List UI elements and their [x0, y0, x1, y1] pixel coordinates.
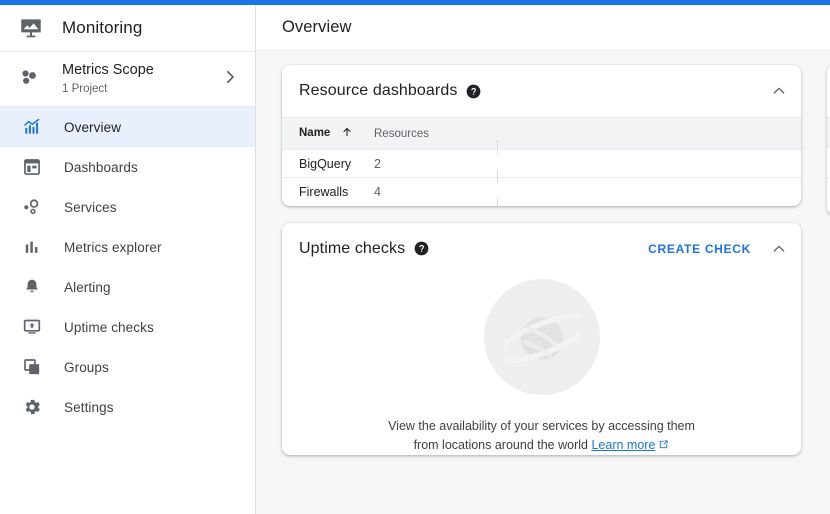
- bar-chart-icon: [22, 237, 42, 257]
- table-row[interactable]: Firewalls 4: [282, 178, 801, 206]
- sidebar-item-services[interactable]: Services: [0, 187, 255, 227]
- monitoring-icon: [18, 15, 44, 41]
- resource-dashboards-title: Resource dashboards: [299, 82, 458, 99]
- bell-icon: [22, 277, 42, 297]
- services-nodes-icon: [22, 197, 42, 217]
- dashboard-canvas: Resource dashboards Name Resources BigQu…: [256, 51, 830, 514]
- resource-dashboards-card: Resource dashboards Name Resources BigQu…: [282, 65, 801, 206]
- resource-dashboards-header: Resource dashboards: [282, 65, 801, 117]
- uptime-checks-title: Uptime checks: [299, 239, 406, 257]
- sidebar-item-label: Services: [64, 199, 117, 215]
- column-header-filler: [524, 117, 801, 150]
- sidebar-item-groups[interactable]: Groups: [0, 347, 255, 387]
- planet-globe-icon: [483, 278, 600, 395]
- chevron-up-icon[interactable]: [771, 241, 787, 257]
- gear-icon: [22, 397, 42, 417]
- uptime-checks-header: Uptime checks CREATE CHECK: [282, 223, 801, 275]
- nav-list: Overview Dashboards Services Metrics exp…: [0, 107, 255, 427]
- sidebar-item-label: Settings: [64, 399, 114, 415]
- cell-filler: [524, 149, 801, 178]
- sidebar-item-label: Overview: [64, 119, 122, 135]
- sidebar-item-metrics-explorer[interactable]: Metrics explorer: [0, 227, 255, 267]
- sidebar-item-dashboards[interactable]: Dashboards: [0, 147, 255, 187]
- arrow-up-icon[interactable]: [341, 126, 353, 141]
- column-header-name[interactable]: Name: [282, 117, 374, 150]
- table-row[interactable]: BigQuery 2: [282, 149, 801, 178]
- chevron-up-icon[interactable]: [771, 83, 787, 99]
- external-link-icon[interactable]: [655, 438, 669, 452]
- monitoring-overview-page: Monitoring Metrics Scope 1 Project Overv…: [0, 0, 830, 514]
- uptime-checks-empty-text: View the availability of your services b…: [377, 417, 707, 455]
- sidebar-item-label: Dashboards: [64, 159, 138, 175]
- sidebar-item-uptime-checks[interactable]: Uptime checks: [0, 307, 255, 347]
- sidebar-item-label: Uptime checks: [64, 319, 154, 335]
- uptime-checks-card: Uptime checks CREATE CHECK View the avai…: [282, 222, 801, 455]
- table-scroll-mark: [497, 140, 498, 154]
- metrics-scope-title: Metrics Scope: [62, 62, 154, 78]
- cell-name: BigQuery: [282, 149, 374, 178]
- metrics-scope-subtitle: 1 Project: [62, 83, 108, 95]
- sidebar-item-label: Metrics explorer: [64, 239, 162, 255]
- sidebar-item-settings[interactable]: Settings: [0, 387, 255, 427]
- resource-dashboards-table: Name Resources BigQuery 2 Firewalls 4: [282, 117, 801, 206]
- metrics-scope-text: Metrics Scope 1 Project: [62, 61, 221, 97]
- table-scroll-mark: [497, 170, 498, 184]
- content-area: Overview Resource dashboards Name Resour…: [256, 5, 830, 514]
- table-header-row: Name Resources: [282, 117, 801, 150]
- sidebar-item-label: Alerting: [64, 279, 111, 295]
- dashboards-grid-icon: [22, 157, 42, 177]
- page-title: Overview: [282, 18, 352, 36]
- metrics-scope-icon: [18, 65, 42, 94]
- cell-resources: 2: [374, 149, 524, 178]
- sidebar-item-overview[interactable]: Overview: [0, 107, 255, 147]
- sidebar-item-alerting[interactable]: Alerting: [0, 267, 255, 307]
- create-check-button[interactable]: CREATE CHECK: [648, 242, 751, 256]
- product-header: Monitoring: [0, 5, 255, 52]
- column-header-resources[interactable]: Resources: [374, 117, 524, 150]
- help-circle-icon[interactable]: [457, 84, 481, 99]
- cell-resources: 4: [374, 184, 381, 199]
- empty-text-line1: View the availability of your services b…: [388, 418, 695, 433]
- overview-chart-icon: [22, 117, 42, 137]
- uptime-monitor-icon: [22, 317, 42, 337]
- groups-copy-icon: [22, 357, 42, 377]
- cell-filler: [524, 178, 801, 206]
- table-head: Name Resources: [282, 117, 801, 150]
- help-circle-icon[interactable]: [405, 241, 429, 256]
- chevron-right-icon[interactable]: [221, 68, 239, 91]
- column-header-resources-label: Resources: [374, 127, 429, 140]
- table-body: BigQuery 2 Firewalls 4: [282, 149, 801, 206]
- uptime-checks-empty-state: View the availability of your services b…: [282, 275, 801, 455]
- learn-more-link[interactable]: Learn more: [591, 438, 655, 452]
- column-header-name-label: Name: [299, 127, 331, 139]
- metrics-scope-selector[interactable]: Metrics Scope 1 Project: [0, 52, 255, 107]
- table-scroll-mark: [497, 198, 498, 206]
- left-navigation-sidebar: Monitoring Metrics Scope 1 Project Overv…: [0, 5, 256, 514]
- product-title: Monitoring: [62, 18, 143, 37]
- page-header: Overview: [256, 5, 830, 51]
- cell-name: Firewalls: [299, 184, 349, 199]
- empty-text-line2: from locations around the world: [413, 437, 588, 452]
- sidebar-item-label: Groups: [64, 359, 109, 375]
